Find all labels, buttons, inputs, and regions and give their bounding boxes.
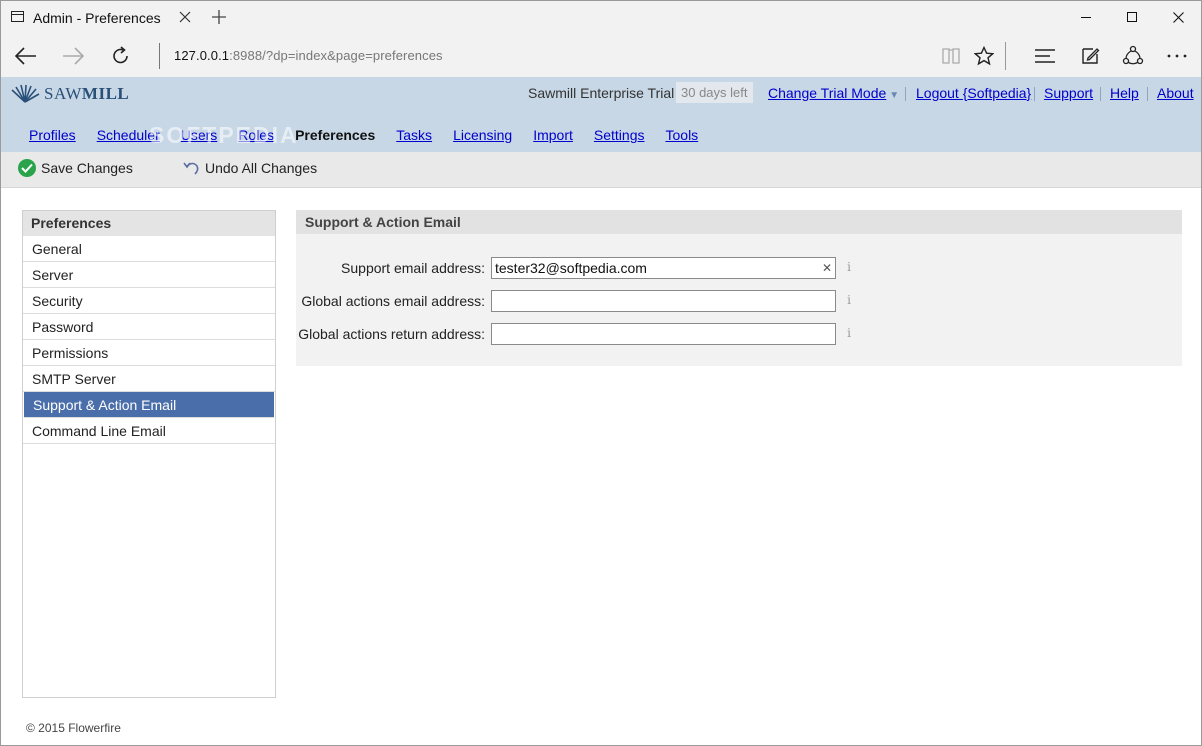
more-button[interactable] <box>1163 42 1191 70</box>
global-actions-return-label: Global actions return address: <box>298 326 485 342</box>
sidebar-item-general[interactable]: General <box>23 236 275 262</box>
info-icon[interactable]: i <box>845 293 853 307</box>
menu-users[interactable]: Users <box>181 127 218 143</box>
tab-title: Admin - Preferences <box>33 10 161 26</box>
support-link[interactable]: Support <box>1044 85 1093 101</box>
back-button[interactable] <box>12 42 40 70</box>
tab-page-icon <box>11 11 24 22</box>
sawmill-logo-icon <box>11 84 40 103</box>
address-separator <box>159 43 160 69</box>
web-note-button[interactable] <box>1076 42 1104 70</box>
hub-button[interactable] <box>1031 42 1059 70</box>
header-separator <box>1147 87 1148 101</box>
share-button[interactable] <box>1119 42 1147 70</box>
menu-preferences[interactable]: Preferences <box>295 127 375 143</box>
logo-text-bold: MILL <box>81 84 130 103</box>
info-icon[interactable]: i <box>845 326 853 340</box>
minimize-button[interactable] <box>1063 1 1109 33</box>
close-icon <box>1172 11 1184 23</box>
about-link[interactable]: About <box>1157 85 1194 101</box>
logo-text: SAWMILL <box>44 84 129 104</box>
menu-settings[interactable]: Settings <box>594 127 645 143</box>
star-icon <box>974 46 994 66</box>
browser-tab[interactable]: Admin - Preferences <box>1 1 201 34</box>
maximize-button[interactable] <box>1109 1 1155 33</box>
url-path: :8988/?dp=index&page=preferences <box>229 48 443 63</box>
sidebar-item-security[interactable]: Security <box>23 288 275 314</box>
global-actions-email-row: Global actions email address: i <box>296 290 1182 312</box>
global-actions-return-row: Global actions return address: i <box>296 323 1182 345</box>
back-arrow-icon <box>15 47 36 65</box>
global-actions-return-input[interactable] <box>491 323 836 345</box>
change-trial-mode-link[interactable]: Change Trial Mode <box>768 85 886 101</box>
logo-text-light: SAW <box>44 84 82 103</box>
support-action-email-panel: Support & Action Email Support email add… <box>296 210 1182 366</box>
check-icon <box>18 159 36 177</box>
header-separator <box>1100 87 1101 101</box>
info-icon[interactable]: i <box>845 260 853 274</box>
support-email-input[interactable] <box>491 257 836 279</box>
sidebar-item-command-line-email[interactable]: Command Line Email <box>23 418 275 444</box>
refresh-icon <box>113 46 128 64</box>
favorite-button[interactable] <box>970 42 998 70</box>
save-changes-button[interactable]: Save Changes <box>18 159 133 177</box>
trial-label: Sawmill Enterprise Trial <box>528 85 675 101</box>
header-separator <box>905 87 906 101</box>
sidebar-item-permissions[interactable]: Permissions <box>23 340 275 366</box>
sidebar-title: Preferences <box>23 211 275 236</box>
global-actions-email-input[interactable] <box>491 290 836 312</box>
support-email-label: Support email address: <box>341 260 485 276</box>
menu-profiles[interactable]: Profiles <box>29 127 76 143</box>
sawmill-logo[interactable]: SAWMILL <box>10 83 129 105</box>
reading-view-icon <box>942 48 960 64</box>
save-changes-label: Save Changes <box>41 160 133 176</box>
support-email-row: Support email address: ✕ i <box>296 257 1182 279</box>
address-bar-url[interactable]: 127.0.0.1:8988/?dp=index&page=preference… <box>174 48 443 63</box>
copyright-footer: © 2015 Flowerfire <box>26 721 121 735</box>
chevron-down-icon: ▼ <box>889 90 900 101</box>
help-link[interactable]: Help <box>1110 85 1139 101</box>
maximize-icon <box>1127 12 1137 22</box>
undo-icon <box>182 159 200 177</box>
action-toolbar: Save Changes Undo All Changes <box>1 152 1201 188</box>
forward-button[interactable] <box>59 42 87 70</box>
reading-view-button[interactable] <box>937 42 965 70</box>
change-trial-mode-menu[interactable]: Change Trial Mode ▼ <box>768 85 899 101</box>
close-window-button[interactable] <box>1155 1 1201 33</box>
sidebar-item-support-action-email[interactable]: Support & Action Email <box>24 392 274 418</box>
header-separator <box>1034 87 1035 101</box>
toolbar-separator <box>1005 42 1006 70</box>
app-header: SAWMILL Sawmill Enterprise Trial 30 days… <box>1 77 1201 152</box>
url-host: 127.0.0.1 <box>174 48 230 63</box>
undo-all-changes-label: Undo All Changes <box>205 160 318 176</box>
menu-tasks[interactable]: Tasks <box>396 127 432 143</box>
panel-title: Support & Action Email <box>296 210 1182 234</box>
global-actions-email-label: Global actions email address: <box>301 293 485 309</box>
menu-import[interactable]: Import <box>533 127 573 143</box>
hub-icon <box>1035 49 1055 63</box>
logout-link[interactable]: Logout {Softpedia} <box>916 85 1031 101</box>
minimize-icon <box>1081 16 1091 18</box>
browser-title-bar: Admin - Preferences <box>1 1 1201 34</box>
share-icon <box>1122 45 1144 65</box>
more-icon <box>1167 54 1187 58</box>
clear-input-icon[interactable]: ✕ <box>821 258 833 278</box>
new-tab-plus-icon[interactable] <box>209 5 229 29</box>
sidebar-item-smtp-server[interactable]: SMTP Server <box>23 366 275 392</box>
preferences-sidebar: Preferences General Server Security Pass… <box>22 210 276 698</box>
refresh-button[interactable] <box>107 42 135 70</box>
tab-close-icon[interactable] <box>176 7 194 27</box>
web-note-icon <box>1082 48 1100 64</box>
forward-arrow-icon <box>63 47 84 65</box>
browser-nav-bar: 127.0.0.1:8988/?dp=index&page=preference… <box>1 34 1201 77</box>
days-left-badge: 30 days left <box>676 82 753 103</box>
sidebar-item-server[interactable]: Server <box>23 262 275 288</box>
menu-roles[interactable]: Roles <box>238 127 274 143</box>
main-menu: Profiles Scheduler Users Roles Preferenc… <box>29 127 719 143</box>
menu-licensing[interactable]: Licensing <box>453 127 512 143</box>
undo-all-changes-button[interactable]: Undo All Changes <box>182 159 317 177</box>
menu-scheduler[interactable]: Scheduler <box>97 127 160 143</box>
sidebar-item-password[interactable]: Password <box>23 314 275 340</box>
menu-tools[interactable]: Tools <box>666 127 699 143</box>
